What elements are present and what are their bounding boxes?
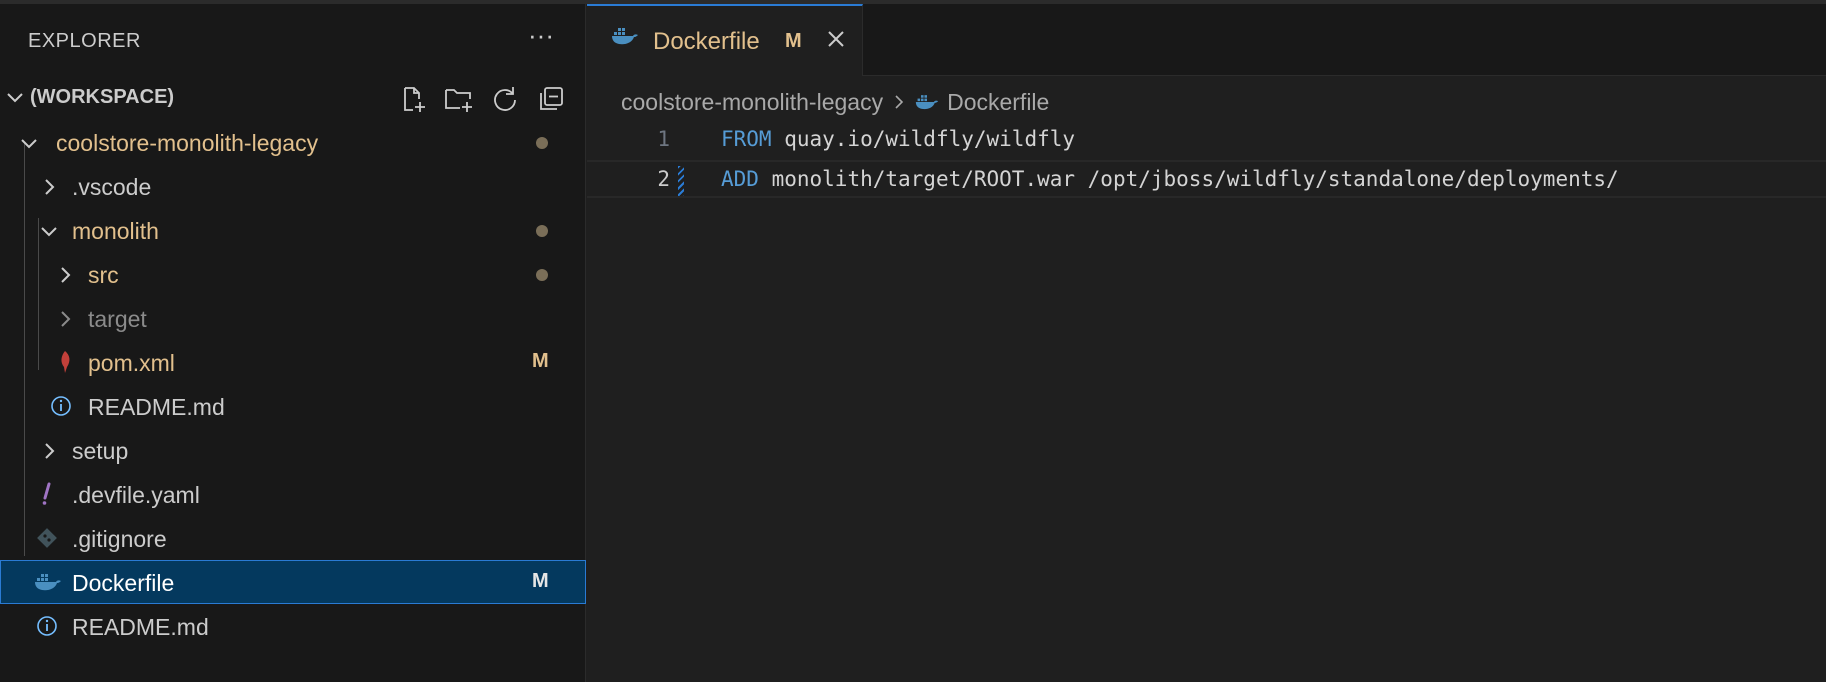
workspace-actions xyxy=(396,82,568,116)
tree-item-dockerfile[interactable]: Dockerfile M xyxy=(0,560,586,604)
chevron-right-icon xyxy=(891,92,907,112)
chevron-right-icon xyxy=(45,179,55,195)
tree-item-label: README.md xyxy=(88,394,225,420)
close-icon[interactable] xyxy=(823,26,849,52)
new-folder-button[interactable] xyxy=(442,82,476,116)
breadcrumb-folder[interactable]: coolstore-monolith-legacy xyxy=(621,89,883,116)
tree-item-label: coolstore-monolith-legacy xyxy=(56,130,319,156)
modified-dot xyxy=(536,225,548,237)
line-number: 1 xyxy=(657,127,670,151)
line-number: 2 xyxy=(657,167,670,191)
tree-item-label: setup xyxy=(72,438,129,464)
line-text: quay.io/wildfly/wildfly xyxy=(771,127,1076,151)
tree-item-gitignore[interactable]: .gitignore xyxy=(0,516,586,560)
line-content: FROM quay.io/wildfly/wildfly xyxy=(721,127,1075,151)
tree-item-monolith[interactable]: monolith xyxy=(0,208,586,252)
chevron-right-icon xyxy=(61,311,71,327)
info-icon xyxy=(50,394,72,418)
modified-dot xyxy=(536,137,548,149)
tree-item-label: pom.xml xyxy=(88,350,175,376)
chevron-down-icon xyxy=(7,93,23,103)
tab-label: Dockerfile xyxy=(653,28,760,55)
modified-dot xyxy=(536,269,548,281)
breadcrumb: coolstore-monolith-legacy Dockerfile xyxy=(621,84,1049,120)
tree-item-label: .devfile.yaml xyxy=(72,482,200,508)
modified-badge: M xyxy=(532,570,549,592)
tree-item-coolstore-monolith-legacy[interactable]: coolstore-monolith-legacy xyxy=(0,120,586,164)
explorer-sidebar: EXPLORER ··· (WORKSPACE) coolstore-monol… xyxy=(0,0,586,682)
tree-item-label: target xyxy=(88,306,147,332)
line-content: ADD monolith/target/ROOT.war /opt/jboss/… xyxy=(721,167,1619,191)
code-editor[interactable]: 1 FROM quay.io/wildfly/wildfly 2 ADD mon… xyxy=(587,122,1826,198)
collapse-all-button[interactable] xyxy=(534,82,568,116)
docker-icon xyxy=(612,28,638,45)
workspace-header[interactable]: (WORKSPACE) xyxy=(0,76,586,120)
git-icon xyxy=(36,526,58,550)
maven-feather-icon xyxy=(54,350,76,374)
modified-gutter-indicator xyxy=(678,166,684,196)
chevron-down-icon xyxy=(21,139,37,149)
tree-item-label: .gitignore xyxy=(72,526,167,552)
refresh-icon xyxy=(494,87,516,111)
workspace-label: (WORKSPACE) xyxy=(30,86,175,108)
docker-icon xyxy=(34,570,62,594)
collapse-all-icon xyxy=(540,87,563,110)
tree-item-label: src xyxy=(88,262,119,288)
docker-icon xyxy=(915,93,939,111)
info-icon xyxy=(36,614,58,638)
keyword: ADD xyxy=(721,167,759,191)
chevron-right-icon xyxy=(45,443,55,459)
tree-item-vscode[interactable]: .vscode xyxy=(0,164,586,208)
yaml-exclamation-icon xyxy=(36,482,58,506)
explorer-header: EXPLORER ··· xyxy=(0,18,586,62)
chevron-right-icon xyxy=(61,267,71,283)
tree-item-devfile-yaml[interactable]: .devfile.yaml xyxy=(0,472,586,516)
refresh-button[interactable] xyxy=(488,82,522,116)
tree-item-label: .vscode xyxy=(72,174,152,200)
line-text: monolith/target/ROOT.war /opt/jboss/wild… xyxy=(758,167,1619,191)
tree-item-src[interactable]: src xyxy=(0,252,586,296)
breadcrumb-file[interactable]: Dockerfile xyxy=(947,89,1049,116)
tree-item-pom-xml[interactable]: pom.xml M xyxy=(0,340,586,384)
keyword: FROM xyxy=(721,127,772,151)
tree-item-label: README.md xyxy=(72,614,209,640)
tree-item-target[interactable]: target xyxy=(0,296,586,340)
window-top-border xyxy=(0,0,1826,4)
code-line-current: 2 ADD monolith/target/ROOT.war /opt/jbos… xyxy=(587,160,1826,198)
editor-area: Dockerfile M coolstore-monolith-legacy D… xyxy=(587,4,1826,682)
tab-bar: Dockerfile M xyxy=(587,4,1826,76)
tree-item-setup[interactable]: setup xyxy=(0,428,586,472)
tree-item-readme-root[interactable]: README.md xyxy=(0,604,586,648)
tree-item-readme-monolith[interactable]: README.md xyxy=(0,384,586,428)
new-file-icon xyxy=(404,87,425,112)
tab-modified-badge: M xyxy=(785,30,802,52)
explorer-title: EXPLORER xyxy=(28,30,141,52)
chevron-down-icon xyxy=(41,227,57,237)
new-folder-icon xyxy=(445,89,472,112)
code-line: 1 FROM quay.io/wildfly/wildfly xyxy=(587,122,1826,160)
more-actions-button[interactable]: ··· xyxy=(524,20,558,56)
tab-dockerfile[interactable]: Dockerfile M xyxy=(587,4,863,76)
modified-badge: M xyxy=(532,350,549,372)
tree-item-label: Dockerfile xyxy=(72,570,175,596)
new-file-button[interactable] xyxy=(396,82,430,116)
tree-item-label: monolith xyxy=(72,218,159,244)
